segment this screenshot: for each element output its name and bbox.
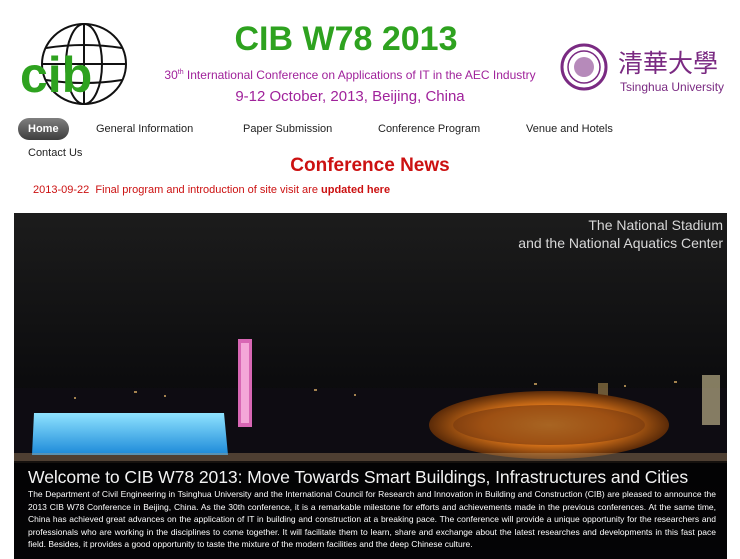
conference-subtitle: 30th International Conference on Applica… xyxy=(160,68,540,82)
nav-venue-and-hotels[interactable]: Venue and Hotels xyxy=(526,118,613,140)
nav-paper-submission[interactable]: Paper Submission xyxy=(243,118,332,140)
nav-home[interactable]: Home xyxy=(18,118,69,140)
news-updated-link[interactable]: updated here xyxy=(321,184,390,196)
nav-conference-program[interactable]: Conference Program xyxy=(378,118,480,140)
site-header: cib CIB W78 2013 30th International Conf… xyxy=(0,0,740,115)
tsinghua-english-name: Tsinghua University xyxy=(620,80,725,94)
subtitle-rest: International Conference on Applications… xyxy=(183,68,536,82)
hero-caption-line-2: and the National Aquatics Center xyxy=(518,235,723,251)
news-heading: Conference News xyxy=(290,155,450,176)
hero-caption-line-1: The National Stadium xyxy=(588,217,723,233)
hero-banner: The National Stadium and the National Aq… xyxy=(14,213,727,559)
welcome-panel: Welcome to CIB W78 2013: Move Towards Sm… xyxy=(14,461,727,559)
news-text: Final program and introduction of site v… xyxy=(95,184,322,196)
nav-general-information[interactable]: General Information xyxy=(96,118,193,140)
subtitle-ordinal: 30 xyxy=(164,68,178,82)
news-item: 2013-09-22 Final program and introductio… xyxy=(33,184,390,196)
welcome-body: The Department of Civil Engineering in T… xyxy=(28,489,716,549)
welcome-title: Welcome to CIB W78 2013: Move Towards Sm… xyxy=(28,467,689,487)
conference-date-location: 9-12 October, 2013, Beijing, China xyxy=(235,88,465,105)
hero-caption: The National Stadium and the National Aq… xyxy=(518,216,723,252)
tsinghua-chinese-name: 清華大學 xyxy=(618,49,718,78)
news-date: 2013-09-22 xyxy=(33,184,90,196)
